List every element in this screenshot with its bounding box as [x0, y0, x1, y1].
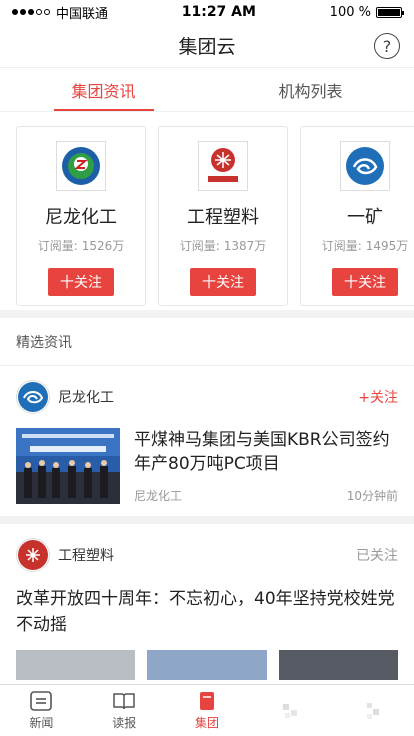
time-label: 11:27 AM [181, 4, 256, 20]
battery-icon [375, 6, 404, 18]
news-thumbnail [16, 650, 136, 680]
follow-button[interactable]: 十关注 [332, 268, 398, 296]
tab-read[interactable]: 读报 [83, 685, 166, 736]
source-avatar-icon[interactable] [16, 538, 50, 572]
source-name[interactable]: 尼龙化工 [58, 387, 358, 407]
news-thumbnail [147, 650, 267, 680]
news-time: 10分钟前 [346, 489, 398, 503]
follow-button[interactable]: 十关注 [48, 268, 114, 296]
org-logo-icon [56, 141, 106, 191]
subscribe-label: 订阅量: [37, 239, 78, 253]
follow-button[interactable]: 十关注 [190, 268, 256, 296]
signal-icon [12, 9, 50, 15]
news-thumbnail [16, 428, 120, 504]
help-button[interactable]: ? [374, 33, 400, 59]
subscribe-count: 1387万 [223, 239, 267, 253]
org-name: 一矿 [347, 207, 383, 228]
org-card[interactable]: 尼龙化工 订阅量: 1526万 十关注 [16, 126, 146, 306]
blurred-icon [362, 700, 384, 722]
news-title[interactable]: 平煤神马集团与美国KBR公司签约年产80万吨PC项目 [134, 428, 398, 476]
org-logo-icon [198, 141, 248, 191]
org-card[interactable]: 一矿 订阅量: 1495万 十关注 [300, 126, 414, 306]
feed-source-row: 尼龙化工 +关注 [0, 366, 414, 428]
tab-bar-top: 集团资讯 机构列表 [0, 68, 414, 112]
feed-source-row: 工程塑料 已关注 [0, 524, 414, 586]
tab-blurred[interactable] [248, 685, 331, 736]
tab-news[interactable]: 新闻 [0, 685, 83, 736]
blurred-icon [279, 700, 301, 722]
tab-label: 集团 [194, 716, 219, 730]
org-logo-icon [340, 141, 390, 191]
group-icon [196, 690, 218, 712]
news-source: 尼龙化工 [134, 489, 183, 503]
tab-group-news[interactable]: 集团资讯 [0, 68, 207, 111]
nav-bar: 集团云 ? [0, 24, 414, 68]
subscribe-count: 1495万 [365, 239, 409, 253]
source-avatar-icon[interactable] [16, 380, 50, 414]
tab-blurred[interactable] [331, 685, 414, 736]
tab-label: 新闻 [29, 716, 54, 730]
book-icon [113, 690, 135, 712]
tab-label: 读报 [112, 716, 137, 730]
carrier-label: 中国联通 [56, 6, 109, 22]
org-name: 尼龙化工 [45, 207, 117, 228]
source-name[interactable]: 工程塑料 [58, 545, 356, 565]
follow-link[interactable]: +关注 [358, 387, 398, 407]
org-card[interactable]: 工程塑料 订阅量: 1387万 十关注 [158, 126, 288, 306]
battery-percent: 100 % [329, 4, 371, 20]
tab-group[interactable]: 集团 [166, 685, 249, 736]
subscribe-label: 订阅量: [321, 239, 362, 253]
news-thumbnails[interactable] [0, 650, 414, 680]
org-name: 工程塑料 [187, 207, 259, 228]
news-icon [30, 690, 53, 712]
news-item[interactable]: 平煤神马集团与美国KBR公司签约年产80万吨PC项目 尼龙化工 10分钟前 [0, 428, 414, 524]
news-title[interactable]: 改革开放四十周年：不忘初心，40年坚持党校姓党不动摇 [0, 586, 414, 650]
question-icon: ? [382, 36, 392, 56]
tab-org-list[interactable]: 机构列表 [207, 68, 414, 111]
org-card-carousel[interactable]: 尼龙化工 订阅量: 1526万 十关注 工程塑料 订阅量: 1387万 十关注 一矿… [0, 112, 414, 318]
subscribe-count: 1526万 [81, 239, 125, 253]
subscribe-label: 订阅量: [179, 239, 220, 253]
followed-label[interactable]: 已关注 [356, 545, 398, 565]
page-title: 集团云 [178, 36, 236, 58]
section-title: 精选资讯 [0, 318, 414, 366]
news-thumbnail [278, 650, 398, 680]
status-bar: 中国联通 11:27 AM 100 % [0, 0, 414, 24]
bottom-tab-bar: 新闻 读报 集团 [0, 684, 414, 736]
